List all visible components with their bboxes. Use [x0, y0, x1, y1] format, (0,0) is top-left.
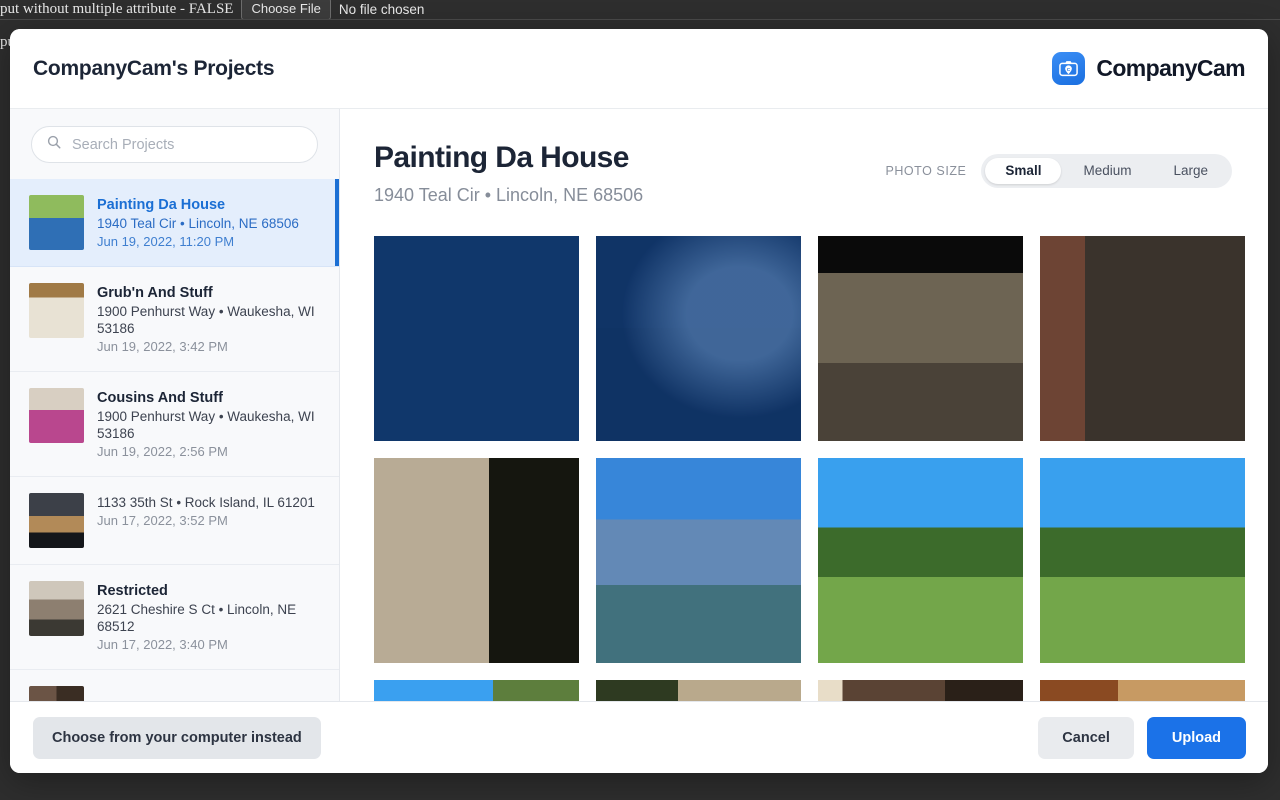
project-list-item[interactable]: Grub'n And Stuff1900 Penhurst Way • Wauk…: [10, 267, 339, 372]
project-timestamp: Jun 17, 2022, 3:52 PM: [97, 512, 315, 529]
project-address: 1900 Penhurst Way • Waukesha, WI 53186: [97, 408, 323, 442]
photo-thumbnail[interactable]: [818, 458, 1023, 663]
project-heading-block: Painting Da House 1940 Teal Cir • Lincol…: [374, 140, 643, 206]
project-name: Restricted: [97, 582, 323, 600]
project-timestamp: Jun 19, 2022, 3:42 PM: [97, 338, 323, 355]
project-list-item[interactable]: Painting Da House1940 Teal Cir • Lincoln…: [10, 179, 339, 267]
photo-size-option-small[interactable]: Small: [985, 158, 1061, 184]
photo-image: [1040, 458, 1245, 663]
choose-file-button[interactable]: Choose File: [241, 0, 330, 20]
photo-image: [1040, 236, 1245, 441]
modal-title: CompanyCam's Projects: [33, 57, 274, 81]
project-thumbnail: [29, 493, 84, 548]
upload-button[interactable]: Upload: [1147, 717, 1246, 759]
photo-thumbnail[interactable]: [374, 236, 579, 441]
project-info: Restricted2621 Cheshire S Ct • Lincoln, …: [97, 581, 323, 653]
photo-thumbnail[interactable]: [1040, 458, 1245, 663]
photo-size-segmented-control[interactable]: SmallMediumLarge: [981, 154, 1232, 188]
photo-thumbnail[interactable]: [1040, 236, 1245, 441]
project-name: Painting Da House: [97, 196, 299, 214]
host-page-text-line-1: put without multiple attribute - FALSE C…: [0, 0, 1280, 18]
project-thumbnail: [29, 581, 84, 636]
search-container: [10, 109, 339, 179]
project-name: Grub'n And Stuff: [97, 284, 323, 302]
footer-actions: Cancel Upload: [1038, 717, 1246, 759]
photo-thumbnail[interactable]: [596, 236, 801, 441]
photo-size-option-medium[interactable]: Medium: [1063, 158, 1151, 184]
project-timestamp: Jun 19, 2022, 2:56 PM: [97, 443, 323, 460]
project-info: 1133 35th St • Rock Island, IL 61201Jun …: [97, 493, 315, 529]
host-page-divider: [0, 19, 1280, 20]
project-thumbnail: [29, 195, 84, 250]
project-list-item[interactable]: [10, 670, 339, 701]
photo-thumbnail[interactable]: [1040, 680, 1245, 701]
project-thumbnail: [29, 686, 84, 701]
project-info: Grub'n And Stuff1900 Penhurst Way • Wauk…: [97, 283, 323, 355]
companycam-photo-picker-modal: CompanyCam's Projects C CompanyCam: [10, 29, 1268, 773]
photo-grid[interactable]: [374, 236, 1232, 663]
project-list-item[interactable]: Cousins And Stuff1900 Penhurst Way • Wau…: [10, 372, 339, 477]
photo-grid-next-row[interactable]: [374, 680, 1232, 701]
project-address: 1133 35th St • Rock Island, IL 61201: [97, 494, 315, 511]
projects-sidebar: Painting Da House1940 Teal Cir • Lincoln…: [10, 109, 340, 701]
photo-thumbnail[interactable]: [596, 680, 801, 701]
project-timestamp: Jun 17, 2022, 3:40 PM: [97, 636, 323, 653]
page-title: Painting Da House: [374, 140, 643, 176]
photo-thumbnail[interactable]: [374, 458, 579, 663]
photo-image: [818, 458, 1023, 663]
host-page-line1-label: put without multiple attribute - FALSE: [0, 1, 233, 18]
photo-thumbnail[interactable]: [818, 680, 1023, 701]
brand-wordmark: CompanyCam: [1096, 55, 1245, 82]
search-projects-box[interactable]: [31, 126, 318, 163]
photo-thumbnail[interactable]: [374, 680, 579, 701]
photo-selected-overlay: [374, 236, 579, 441]
photo-thumbnail[interactable]: [596, 458, 801, 663]
project-address-subtitle: 1940 Teal Cir • Lincoln, NE 68506: [374, 184, 643, 206]
modal-body: Painting Da House1940 Teal Cir • Lincoln…: [10, 109, 1268, 701]
photo-size-label: PHOTO SIZE: [885, 164, 966, 178]
photo-selected-overlay: [596, 236, 801, 441]
photo-image: [374, 458, 579, 663]
camera-pin-icon: C: [1052, 52, 1085, 85]
project-list-item[interactable]: 1133 35th St • Rock Island, IL 61201Jun …: [10, 477, 339, 565]
project-address: 1940 Teal Cir • Lincoln, NE 68506: [97, 215, 299, 232]
project-name: Cousins And Stuff: [97, 389, 323, 407]
photo-thumbnail[interactable]: [818, 236, 1023, 441]
photo-size-control: PHOTO SIZE SmallMediumLarge: [885, 140, 1232, 188]
photo-image: [818, 236, 1023, 441]
photo-grid-scroll-area[interactable]: [340, 206, 1268, 701]
project-address: 2621 Cheshire S Ct • Lincoln, NE 68512: [97, 601, 323, 635]
project-list[interactable]: Painting Da House1940 Teal Cir • Lincoln…: [10, 179, 339, 701]
cancel-button[interactable]: Cancel: [1038, 717, 1134, 759]
photo-selected-overlay: [596, 458, 801, 663]
project-list-item[interactable]: Restricted2621 Cheshire S Ct • Lincoln, …: [10, 565, 339, 670]
project-info: Cousins And Stuff1900 Penhurst Way • Wau…: [97, 388, 323, 460]
project-timestamp: Jun 19, 2022, 11:20 PM: [97, 233, 299, 250]
project-thumbnail: [29, 283, 84, 338]
project-address: 1900 Penhurst Way • Waukesha, WI 53186: [97, 303, 323, 337]
companycam-brand: C CompanyCam: [1052, 52, 1245, 85]
search-icon: [46, 134, 62, 155]
photo-size-option-large[interactable]: Large: [1153, 158, 1228, 184]
project-thumbnail: [29, 388, 84, 443]
modal-header: CompanyCam's Projects C CompanyCam: [10, 29, 1268, 109]
choose-from-computer-button[interactable]: Choose from your computer instead: [33, 717, 321, 759]
search-input[interactable]: [72, 137, 303, 153]
project-detail-panel: Painting Da House 1940 Teal Cir • Lincol…: [340, 109, 1268, 701]
no-file-chosen-label: No file chosen: [339, 2, 425, 17]
svg-text:C: C: [1067, 67, 1071, 73]
project-info: Painting Da House1940 Teal Cir • Lincoln…: [97, 195, 299, 250]
project-detail-header: Painting Da House 1940 Teal Cir • Lincol…: [340, 109, 1268, 206]
modal-footer: Choose from your computer instead Cancel…: [10, 701, 1268, 773]
